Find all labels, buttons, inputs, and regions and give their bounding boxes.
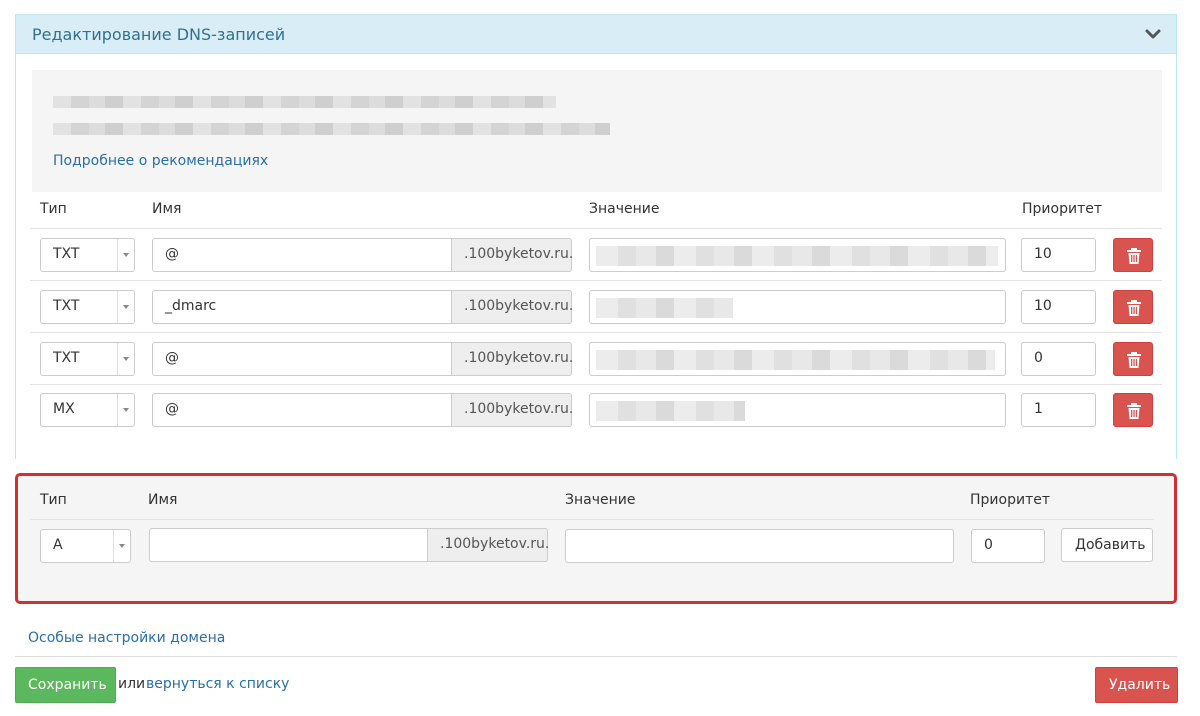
redacted-value — [596, 350, 995, 370]
new-column-header-name: Имя — [148, 492, 178, 508]
record-name-value: @ — [165, 401, 179, 417]
dropdown-arrow-icon — [117, 239, 134, 271]
record-value-input[interactable] — [589, 393, 1006, 427]
record-type-select[interactable]: MX — [40, 393, 135, 427]
record-priority-value: 10 — [1034, 298, 1052, 314]
trash-icon — [1127, 248, 1141, 264]
dropdown-arrow-icon — [113, 530, 130, 562]
recommendation-box: Подробнее о рекомендациях — [32, 70, 1162, 192]
or-text: или — [118, 676, 146, 692]
domain-suffix-text: .100byketov.ru. — [464, 246, 574, 262]
record-type-select[interactable]: TXT — [40, 342, 135, 376]
back-to-list-link[interactable]: вернуться к списку — [146, 676, 289, 692]
dropdown-arrow-icon — [117, 343, 134, 375]
delete-record-button[interactable] — [1113, 393, 1153, 427]
new-record-type-value: A — [53, 537, 63, 553]
record-priority-input[interactable]: 10 — [1021, 238, 1096, 272]
record-type-select[interactable]: TXT — [40, 290, 135, 324]
record-name-input[interactable]: @ — [152, 238, 452, 272]
delete-record-button[interactable] — [1113, 342, 1153, 376]
record-name-value: @ — [165, 246, 179, 262]
new-column-header-type: Тип — [40, 492, 67, 508]
record-name-value: @ — [165, 350, 179, 366]
record-priority-input[interactable]: 1 — [1021, 393, 1096, 427]
new-record-type-select[interactable]: A — [40, 529, 131, 563]
delete-label: Удалить — [1109, 677, 1171, 693]
new-column-header-priority: Приоритет — [970, 492, 1050, 508]
record-type-value: TXT — [53, 298, 80, 314]
row-divider — [30, 280, 1162, 281]
delete-record-button[interactable] — [1113, 238, 1153, 272]
trash-icon — [1127, 352, 1141, 368]
new-record-value-input[interactable] — [565, 529, 954, 563]
redacted-value — [596, 246, 998, 266]
dropdown-arrow-icon — [117, 291, 134, 323]
domain-suffix-text: .100byketov.ru. — [440, 536, 550, 552]
trash-icon — [1127, 300, 1141, 316]
record-priority-input[interactable]: 10 — [1021, 290, 1096, 324]
record-priority-value: 0 — [1034, 350, 1043, 366]
record-name-input[interactable]: @ — [152, 393, 452, 427]
recommendations-more-link[interactable]: Подробнее о рекомендациях — [53, 153, 268, 169]
column-header-value: Значение — [589, 201, 660, 217]
save-button[interactable]: Сохранить — [15, 667, 116, 703]
record-name-input[interactable]: _dmarc — [152, 290, 452, 324]
column-header-priority: Приоритет — [1022, 201, 1102, 217]
redacted-text-line — [53, 123, 610, 135]
delete-domain-button[interactable]: Удалить — [1095, 667, 1178, 703]
record-type-value: TXT — [53, 246, 80, 262]
record-priority-value: 10 — [1034, 246, 1052, 262]
domain-special-settings-link[interactable]: Особые настройки домена — [28, 630, 225, 646]
row-divider — [30, 228, 1162, 229]
save-label: Сохранить — [28, 677, 107, 693]
record-name-input[interactable]: @ — [152, 342, 452, 376]
panel-heading[interactable]: Редактирование DNS-записей — [16, 15, 1176, 54]
domain-suffix: .100byketov.ru. — [452, 238, 574, 272]
add-record-label: Добавить — [1075, 537, 1146, 553]
record-priority-value: 1 — [1034, 401, 1043, 417]
column-header-name: Имя — [152, 201, 182, 217]
panel-title: Редактирование DNS-записей — [32, 25, 286, 44]
new-record-priority-input[interactable]: 0 — [971, 529, 1045, 563]
chevron-down-icon[interactable] — [1144, 25, 1162, 43]
row-divider — [30, 519, 1154, 520]
column-header-type: Тип — [40, 201, 67, 217]
new-column-header-value: Значение — [565, 492, 636, 508]
dropdown-arrow-icon — [117, 394, 134, 426]
new-domain-suffix: .100byketov.ru. — [428, 528, 550, 562]
record-type-select[interactable]: TXT — [40, 238, 135, 272]
domain-suffix-text: .100byketov.ru. — [464, 298, 574, 314]
record-name-value: _dmarc — [165, 298, 217, 314]
row-divider — [30, 332, 1162, 333]
delete-record-button[interactable] — [1113, 290, 1153, 324]
domain-suffix-text: .100byketov.ru. — [464, 350, 574, 366]
record-priority-input[interactable]: 0 — [1021, 342, 1096, 376]
row-divider — [30, 384, 1162, 385]
new-record-priority-value: 0 — [984, 537, 993, 553]
footer-divider — [15, 656, 1177, 657]
add-record-button[interactable]: Добавить — [1061, 528, 1153, 562]
redacted-value — [596, 401, 745, 421]
domain-suffix: .100byketov.ru. — [452, 290, 574, 324]
domain-suffix: .100byketov.ru. — [452, 342, 574, 376]
redacted-value — [596, 298, 733, 318]
trash-icon — [1127, 403, 1141, 419]
record-value-input[interactable] — [589, 290, 1006, 324]
domain-suffix-text: .100byketov.ru. — [464, 401, 574, 417]
record-type-value: TXT — [53, 350, 80, 366]
domain-suffix: .100byketov.ru. — [452, 393, 574, 427]
record-value-input[interactable] — [589, 342, 1006, 376]
new-record-name-input[interactable] — [149, 528, 428, 562]
record-type-value: MX — [53, 401, 75, 417]
redacted-text-line — [53, 96, 556, 108]
record-value-input[interactable] — [589, 238, 1006, 272]
